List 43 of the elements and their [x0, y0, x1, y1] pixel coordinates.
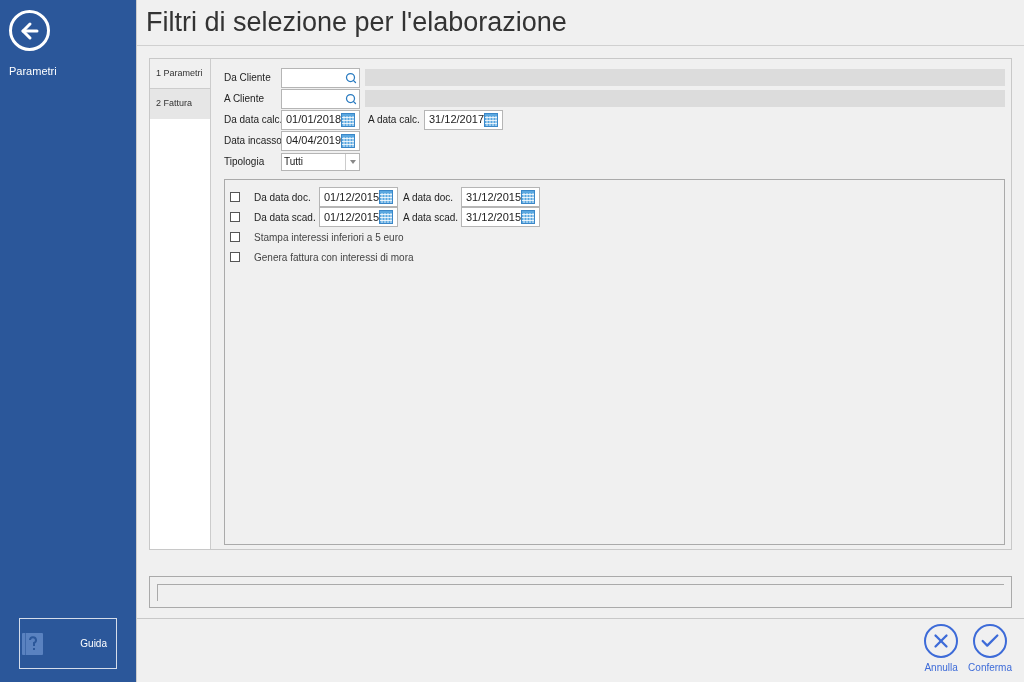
help-book-icon — [22, 632, 43, 655]
field-label: Da data scad. — [254, 210, 317, 225]
search-icon — [345, 71, 357, 84]
page-title: Filtri di selezione per l'elaborazione — [146, 6, 567, 40]
checkbox-label: Stampa interessi inferiori a 5 euro — [254, 230, 404, 245]
help-button[interactable]: Guida — [19, 618, 117, 669]
caret-icon — [349, 159, 356, 164]
calendar-icon[interactable] — [379, 210, 394, 224]
field-label: Tipologia — [224, 155, 266, 169]
checkbox[interactable] — [230, 212, 240, 222]
calendar-icon[interactable] — [521, 190, 536, 204]
checkbox-label: Genera fattura con interessi di mora — [254, 250, 414, 265]
type-dropdown[interactable]: Tutti — [281, 152, 360, 171]
checkbox[interactable] — [230, 232, 240, 242]
tab[interactable]: 1 Parametri — [150, 59, 210, 89]
calendar-icon[interactable] — [341, 112, 356, 127]
date-field[interactable]: 01/12/2015 — [319, 207, 398, 227]
field-label: A data calc. — [368, 113, 421, 127]
tab[interactable]: 2 Fattura — [150, 89, 210, 119]
calendar-icon[interactable] — [341, 133, 356, 148]
back-button[interactable] — [9, 10, 50, 51]
date-field[interactable]: 01/01/2018 — [281, 109, 360, 130]
checkbox[interactable] — [230, 252, 240, 262]
field-label: Da data doc. — [254, 190, 312, 205]
search-field[interactable] — [281, 67, 360, 88]
search-field[interactable] — [281, 88, 360, 109]
field-label: A data doc. — [403, 190, 455, 205]
field-label: A data scad. — [403, 210, 460, 225]
checkbox[interactable] — [230, 192, 240, 202]
field-label: Da Cliente — [224, 71, 272, 85]
calendar-icon[interactable] — [484, 112, 499, 127]
date-field[interactable]: 31/12/2017 — [424, 109, 503, 130]
calendar-icon[interactable] — [521, 210, 536, 224]
field-label: Da data calc. — [224, 113, 281, 127]
date-field[interactable]: 01/12/2015 — [319, 187, 398, 207]
field-label: A Cliente — [224, 92, 266, 106]
date-field[interactable]: 04/04/2019 — [281, 130, 360, 151]
date-field[interactable]: 31/12/2015 — [461, 207, 540, 227]
date-field[interactable]: 31/12/2015 — [461, 187, 540, 207]
search-icon — [345, 92, 357, 105]
field-label: Data incasso — [224, 134, 281, 148]
calendar-icon[interactable] — [379, 190, 394, 204]
sidebar-label: Parametri — [9, 64, 58, 79]
